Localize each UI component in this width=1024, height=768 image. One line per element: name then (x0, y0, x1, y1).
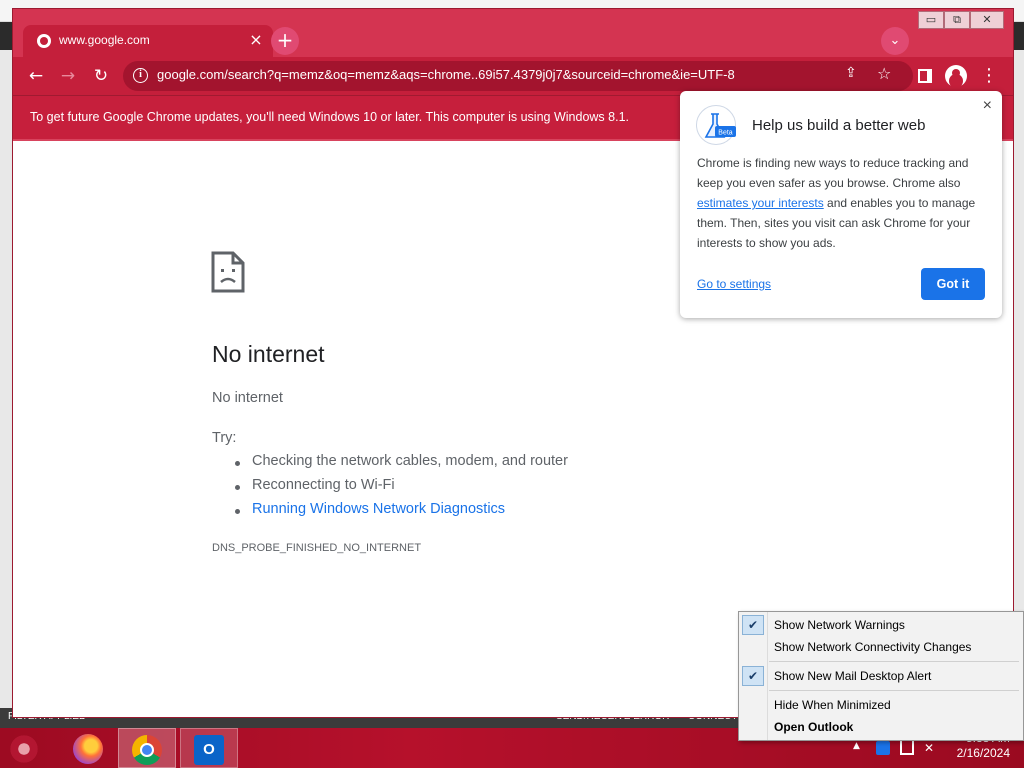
beta-flask-icon: Beta (696, 105, 736, 145)
tab-close-icon[interactable]: × (247, 30, 265, 49)
go-to-settings-link[interactable]: Go to settings (697, 277, 771, 291)
bubble-close-icon[interactable]: × (983, 97, 992, 115)
site-info-icon[interactable]: i (133, 68, 148, 83)
menu-item-label: Show Network Connectivity Changes (774, 640, 972, 654)
tab-search-button[interactable]: ⌄ (881, 27, 909, 55)
new-tab-button[interactable]: + (271, 27, 299, 55)
menu-item-show-network-warnings[interactable]: ✔ Show Network Warnings (740, 614, 1022, 636)
window-close-button[interactable]: ✕ (970, 11, 1004, 29)
menu-item-label: Hide When Minimized (774, 698, 891, 712)
privacy-bubble: Beta Help us build a better web × Chrome… (680, 91, 1002, 318)
side-panel-icon[interactable] (918, 69, 932, 83)
taskbar-chrome[interactable] (118, 728, 176, 768)
suggestion-item: Running Windows Network Diagnostics (235, 501, 568, 525)
bubble-body-text-1: Chrome is finding new ways to reduce tra… (697, 156, 969, 190)
bookmark-star-icon[interactable]: ☆ (877, 64, 891, 83)
menu-item-open-outlook[interactable]: Open Outlook (740, 716, 1022, 738)
back-arrow-icon[interactable]: ← (23, 63, 49, 89)
suggestion-text: Checking the network cables, modem, and … (252, 453, 568, 469)
profile-avatar-icon[interactable] (945, 65, 967, 87)
page-title: No internet (212, 341, 325, 367)
tab-title: www.google.com (59, 33, 150, 47)
checkmark-icon: ✔ (742, 615, 764, 635)
network-icon[interactable] (900, 741, 914, 755)
bubble-title: Help us build a better web (752, 117, 926, 134)
sad-document-icon (211, 251, 245, 293)
beta-badge: Beta (718, 130, 733, 137)
tray-expand-icon[interactable]: ▲ (853, 741, 860, 751)
infobar-message: To get future Google Chrome updates, you… (30, 110, 629, 124)
minimize-button[interactable]: ▭ (918, 11, 944, 29)
try-label: Try: (212, 430, 237, 446)
forward-arrow-icon[interactable]: → (55, 63, 81, 89)
clock-date: 2/16/2024 (956, 746, 1010, 760)
tab-google[interactable]: www.google.com × (23, 25, 273, 57)
chrome-title-bar[interactable]: www.google.com × + ⌄ ▭ ⧉ ✕ (13, 9, 1013, 57)
kebab-menu-icon[interactable]: ⋮ (979, 63, 999, 89)
outlook-tray-icon[interactable] (876, 741, 890, 755)
address-bar[interactable]: i google.com/search?q=memz&oq=memz&aqs=c… (123, 61, 913, 91)
menu-item-hide-when-minimized[interactable]: Hide When Minimized (740, 694, 1022, 716)
bubble-body: Chrome is finding new ways to reduce tra… (697, 153, 987, 253)
chrome-toolbar: ← → ↻ i google.com/search?q=memz&oq=memz… (13, 57, 1013, 95)
error-code: DNS_PROBE_FINISHED_NO_INTERNET (212, 542, 422, 554)
menu-item-label: Show New Mail Desktop Alert (774, 669, 932, 683)
menu-item-label: Open Outlook (774, 720, 854, 734)
start-orb-icon[interactable] (8, 733, 40, 765)
suggestion-item: Checking the network cables, modem, and … (235, 453, 568, 477)
checkmark-icon: ✔ (742, 666, 764, 686)
firefox-icon (73, 734, 103, 764)
reload-icon[interactable]: ↻ (88, 63, 114, 89)
estimates-interests-link[interactable]: estimates your interests (697, 196, 824, 210)
outlook-tray-context-menu: ✔ Show Network Warnings Show Network Con… (738, 611, 1024, 741)
menu-item-show-connectivity-changes[interactable]: Show Network Connectivity Changes (740, 636, 1022, 658)
got-it-button[interactable]: Got it (921, 268, 985, 300)
suggestion-item: Reconnecting to Wi-Fi (235, 477, 568, 501)
chrome-icon (132, 735, 162, 765)
menu-separator (769, 661, 1019, 662)
taskbar-outlook[interactable]: O (180, 728, 238, 768)
volume-muted-icon[interactable]: ✕ (924, 741, 938, 755)
page-subtitle: No internet (212, 390, 283, 406)
taskbar-firefox[interactable] (60, 728, 118, 768)
menu-item-label: Show Network Warnings (774, 618, 905, 632)
menu-item-show-mail-alert[interactable]: ✔ Show New Mail Desktop Alert (740, 665, 1022, 687)
share-icon[interactable]: ⇪ (845, 65, 857, 81)
outlook-icon: O (194, 735, 224, 765)
suggestion-text: Reconnecting to Wi-Fi (252, 477, 395, 493)
suggestion-list: Checking the network cables, modem, and … (235, 453, 568, 525)
menu-separator (769, 690, 1019, 691)
maximize-button[interactable]: ⧉ (944, 11, 970, 29)
url-text[interactable]: google.com/search?q=memz&oq=memz&aqs=chr… (157, 67, 735, 82)
network-diagnostics-link[interactable]: Running Windows Network Diagnostics (252, 501, 505, 517)
globe-icon (37, 34, 51, 48)
